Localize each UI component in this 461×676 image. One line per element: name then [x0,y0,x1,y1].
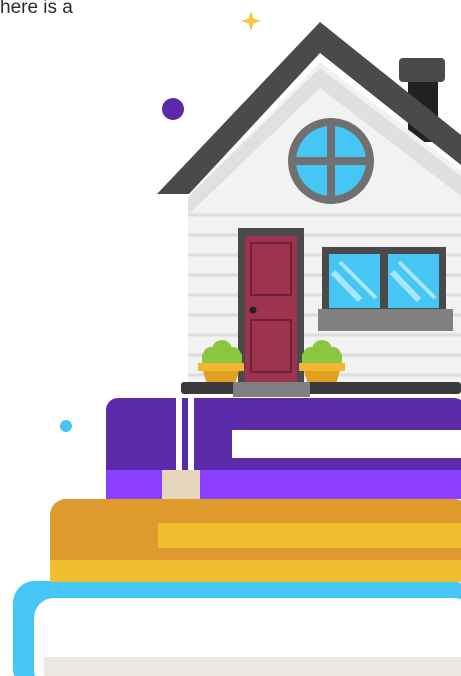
window-glass-right [388,254,439,308]
door-knob [249,306,257,314]
window-sill [318,309,453,331]
purple-dot [162,98,184,120]
book-top-pages [232,430,461,458]
bookmark [162,470,200,499]
blue-dot [60,420,72,432]
book-middle-edge [50,560,461,582]
book-middle-band [158,523,461,548]
book-top-edge [106,470,461,499]
house-icon [157,22,461,397]
house-on-books-illustration [13,11,461,676]
foundation [181,382,461,394]
window-glass-left [329,254,380,308]
sparkle-icon [241,11,261,31]
book-bottom-pages-shadow [44,657,461,676]
door-step [233,382,310,397]
book-stack-icon [13,398,461,676]
chimney-cap [399,58,445,82]
